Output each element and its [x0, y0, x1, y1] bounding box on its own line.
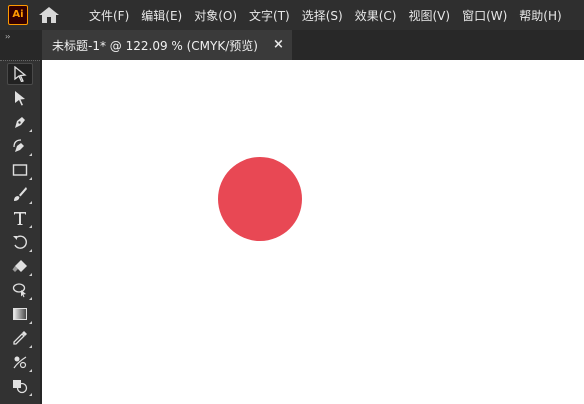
blend-icon: [13, 356, 27, 369]
eraser-icon: [12, 260, 27, 272]
pen-tool-button[interactable]: [7, 111, 33, 133]
lasso-icon: [12, 283, 26, 298]
direct-selection-tool-button[interactable]: [7, 87, 33, 109]
gradient-tool-button[interactable]: [7, 303, 33, 325]
paintbrush-tool-button[interactable]: [7, 183, 33, 205]
red-circle-shape[interactable]: [218, 157, 302, 241]
curvature-tool-button[interactable]: [7, 135, 33, 157]
menu-object[interactable]: 对象(O): [194, 7, 237, 24]
menu-effect[interactable]: 效果(C): [355, 7, 397, 24]
menu-bar: Ai 文件(F) 编辑(E) 对象(O) 文字(T) 选择(S) 效果(C) 视…: [0, 0, 584, 30]
rotate-icon: [13, 235, 27, 249]
menu-view[interactable]: 视图(V): [408, 7, 450, 24]
selection-tool-button[interactable]: [7, 63, 33, 85]
menu-items: 文件(F) 编辑(E) 对象(O) 文字(T) 选择(S) 效果(C) 视图(V…: [89, 0, 574, 30]
tools-panel: [0, 60, 40, 404]
gradient-icon: [13, 308, 27, 320]
shape-builder-tool-button[interactable]: [7, 375, 33, 397]
tool-flyout-indicator: [29, 321, 32, 324]
tool-flyout-indicator: [29, 153, 32, 156]
menu-type[interactable]: 文字(T): [249, 7, 290, 24]
eraser-tool-button[interactable]: [7, 255, 33, 277]
menu-edit[interactable]: 编辑(E): [141, 7, 182, 24]
home-icon[interactable]: [38, 6, 60, 24]
tool-flyout-indicator: [29, 225, 32, 228]
arrow-filled-icon: [15, 91, 25, 106]
artboard-canvas[interactable]: [42, 60, 584, 404]
shape-builder-icon: [13, 380, 28, 394]
document-tab[interactable]: 未标题-1* @ 122.09 % (CMYK/预览) ×: [42, 30, 292, 60]
tool-flyout-indicator: [29, 393, 32, 396]
tool-flyout-indicator: [29, 273, 32, 276]
rectangle-icon: [12, 164, 28, 176]
document-tab-title: 未标题-1* @ 122.09 % (CMYK/预览): [52, 38, 258, 53]
tool-flyout-indicator: [29, 345, 32, 348]
blend-tool-button[interactable]: [7, 351, 33, 373]
tool-flyout-indicator: [29, 177, 32, 180]
illustrator-window: Ai 文件(F) 编辑(E) 对象(O) 文字(T) 选择(S) 效果(C) 视…: [0, 0, 584, 404]
lasso-tool-button[interactable]: [7, 279, 33, 301]
arrow-outline-icon: [14, 66, 27, 82]
eyedropper-tool-button[interactable]: [7, 327, 33, 349]
type-icon: [14, 212, 26, 225]
menu-help[interactable]: 帮助(H): [519, 7, 561, 24]
curvature-pen-icon: [13, 139, 24, 152]
close-icon[interactable]: ×: [273, 37, 284, 53]
brush-icon: [14, 187, 27, 201]
tool-flyout-indicator: [29, 201, 32, 204]
tool-flyout-indicator: [29, 249, 32, 252]
menu-file[interactable]: 文件(F): [89, 7, 129, 24]
rectangle-tool-button[interactable]: [7, 159, 33, 181]
menu-select[interactable]: 选择(S): [302, 7, 343, 24]
tool-flyout-indicator: [29, 297, 32, 300]
tool-flyout-indicator: [29, 129, 32, 132]
type-tool-button[interactable]: [7, 207, 33, 229]
panel-collapse-icon[interactable]: ››: [5, 32, 11, 41]
tool-flyout-indicator: [29, 369, 32, 372]
rotate-tool-button[interactable]: [7, 231, 33, 253]
pen-icon: [15, 117, 25, 128]
menu-window[interactable]: 窗口(W): [462, 7, 507, 24]
illustrator-logo: Ai: [8, 5, 28, 25]
eyedropper-icon: [13, 331, 27, 345]
